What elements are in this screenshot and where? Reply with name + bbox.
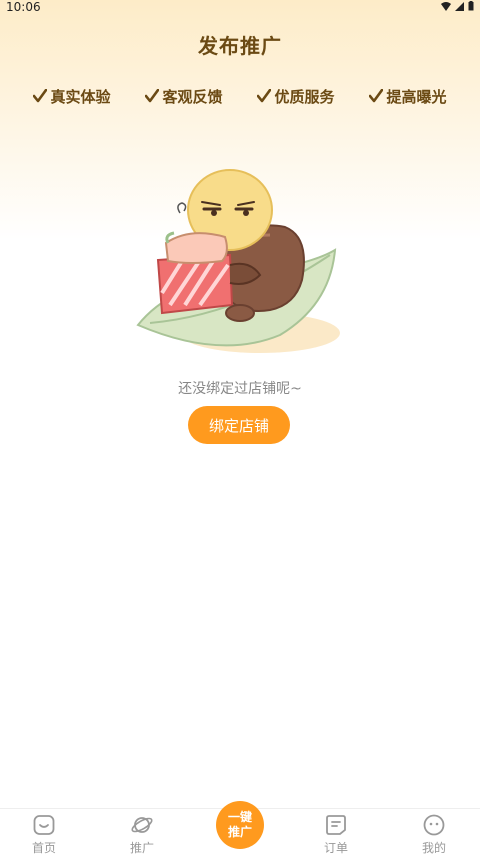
tab-label: 首页 <box>31 841 56 855</box>
one-click-promote-button[interactable]: 一键 推广 <box>216 801 264 849</box>
feature-item: 优质服务 <box>257 86 335 106</box>
feature-label: 真实体验 <box>50 87 111 106</box>
check-icon <box>33 89 48 103</box>
bottom-tab-bar: 首页 推广 一键 推广 订单 我的 <box>0 801 480 858</box>
status-icons <box>441 1 474 11</box>
tab-label: 我的 <box>421 841 446 855</box>
tab-label: 订单 <box>323 841 348 855</box>
empty-state-message: 还没绑定过店铺呢~ <box>178 381 302 397</box>
feature-item: 提高曝光 <box>369 86 447 106</box>
check-icon <box>257 89 272 103</box>
battery-icon <box>468 1 474 11</box>
empty-state-illustration <box>136 169 340 353</box>
tab-home[interactable]: 首页 <box>14 813 74 856</box>
feature-item: 真实体验 <box>33 86 111 106</box>
feature-list: 真实体验 客观反馈 优质服务 提高曝光 <box>0 86 480 106</box>
order-icon <box>326 815 346 835</box>
home-icon <box>33 815 55 835</box>
feature-label: 优质服务 <box>274 87 335 106</box>
tab-orders[interactable]: 订单 <box>306 813 366 856</box>
profile-icon <box>423 814 445 836</box>
signal-icon <box>455 1 464 11</box>
feature-label: 客观反馈 <box>162 87 223 106</box>
check-icon <box>145 89 160 103</box>
page-title: 发布推广 <box>198 34 282 58</box>
wifi-icon <box>441 1 451 11</box>
tab-profile[interactable]: 我的 <box>404 813 464 856</box>
bind-store-button[interactable]: 绑定店铺 <box>188 406 290 444</box>
center-label-line2: 推广 <box>227 825 252 839</box>
tab-promote[interactable]: 推广 <box>112 813 172 856</box>
center-label-line1: 一键 <box>227 810 252 824</box>
check-icon <box>369 89 384 103</box>
status-bar: 10:06 <box>0 0 480 14</box>
feature-label: 提高曝光 <box>386 87 447 106</box>
tab-label: 推广 <box>129 841 154 855</box>
status-time: 10:06 <box>6 0 41 14</box>
planet-icon <box>131 817 153 833</box>
feature-item: 客观反馈 <box>145 86 223 106</box>
